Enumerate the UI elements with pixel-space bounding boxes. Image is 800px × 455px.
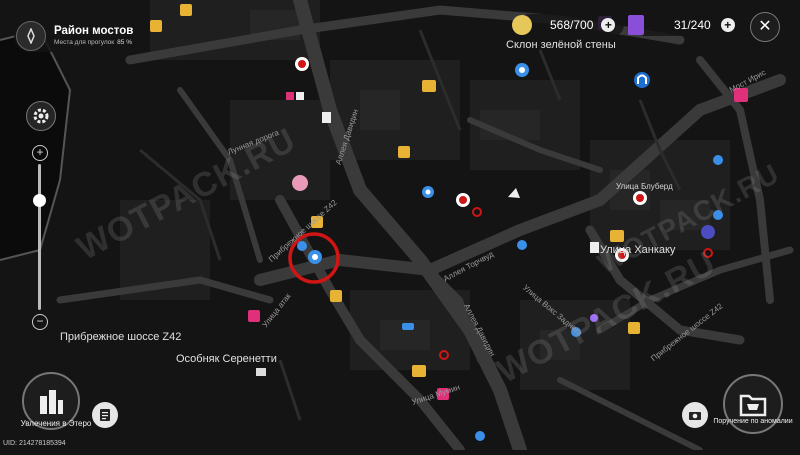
anomaly-label: Поручение по аномалии <box>713 418 793 425</box>
red-shrine-icon[interactable] <box>456 193 470 207</box>
gold-box-icon[interactable] <box>422 80 436 92</box>
energy-icon <box>512 15 532 35</box>
place-label: Склон зелёной стены <box>506 39 616 51</box>
photo-button[interactable] <box>682 402 708 428</box>
gold-box-icon[interactable] <box>398 146 410 158</box>
zoom-in-button[interactable]: + <box>32 145 48 161</box>
ticket-icon <box>628 15 644 35</box>
blue-marker-icon[interactable] <box>475 431 485 441</box>
place-label: Прибрежное шоссе Z42 <box>60 331 182 343</box>
zoom-out-button[interactable]: − <box>32 314 48 330</box>
blue-marker-icon[interactable] <box>517 240 527 250</box>
place-label: Особняк Серенетти <box>176 353 277 365</box>
zoom-slider-handle[interactable] <box>33 194 46 207</box>
close-button[interactable]: ✕ <box>750 12 780 42</box>
white-icon[interactable] <box>322 112 331 123</box>
notes-button[interactable] <box>92 402 118 428</box>
hobbies-label: Увлечения в Этеро <box>20 419 92 428</box>
arch-icon[interactable] <box>634 72 650 88</box>
red-shrine-icon[interactable] <box>295 57 309 71</box>
pink-icon[interactable] <box>292 175 308 191</box>
blue-marker-icon[interactable] <box>515 63 529 77</box>
tickets-value: 31/240 <box>674 18 711 32</box>
city-icon <box>40 390 63 414</box>
gold-box-icon[interactable] <box>412 365 426 377</box>
energy-add-button[interactable]: + <box>601 18 616 32</box>
region-progress: Места для прогулок 85 % <box>54 39 132 46</box>
folder-icon <box>739 394 767 417</box>
tickets-counter: 31/240 + <box>628 14 738 36</box>
user-id: UID: 214278185394 <box>3 440 66 447</box>
medical-icon[interactable] <box>286 92 294 100</box>
energy-counter: 568/700 + <box>512 14 624 36</box>
pink-icon[interactable] <box>248 310 260 322</box>
energy-value: 568/700 <box>550 18 594 32</box>
compass-icon[interactable] <box>16 21 46 51</box>
blue-marker-icon[interactable] <box>308 250 322 264</box>
region-panel[interactable]: Район мостов Места для прогулок 85 % <box>14 20 138 52</box>
anomaly-button[interactable] <box>723 374 783 434</box>
zoom-slider[interactable] <box>38 164 41 310</box>
region-name: Район мостов <box>54 24 134 37</box>
gold-box-icon[interactable] <box>180 4 192 16</box>
camera-icon[interactable] <box>256 368 266 376</box>
settings-button[interactable] <box>26 101 56 131</box>
gold-box-icon[interactable] <box>150 20 162 32</box>
tickets-add-button[interactable]: + <box>720 18 735 32</box>
gear-icon <box>33 108 49 124</box>
place-label: Улица Блуберд <box>616 182 673 191</box>
gold-box-icon[interactable] <box>330 290 342 302</box>
camera-icon <box>689 412 701 420</box>
place-label: Улица Ханкаку <box>600 244 676 256</box>
car-icon[interactable] <box>402 323 414 330</box>
white-icon[interactable] <box>296 92 304 100</box>
blue-marker-icon[interactable] <box>713 155 723 165</box>
blue-marker-icon[interactable] <box>297 241 307 251</box>
blue-marker-icon[interactable] <box>422 186 434 198</box>
document-icon <box>100 409 110 421</box>
red-shrine-icon[interactable] <box>633 191 647 205</box>
